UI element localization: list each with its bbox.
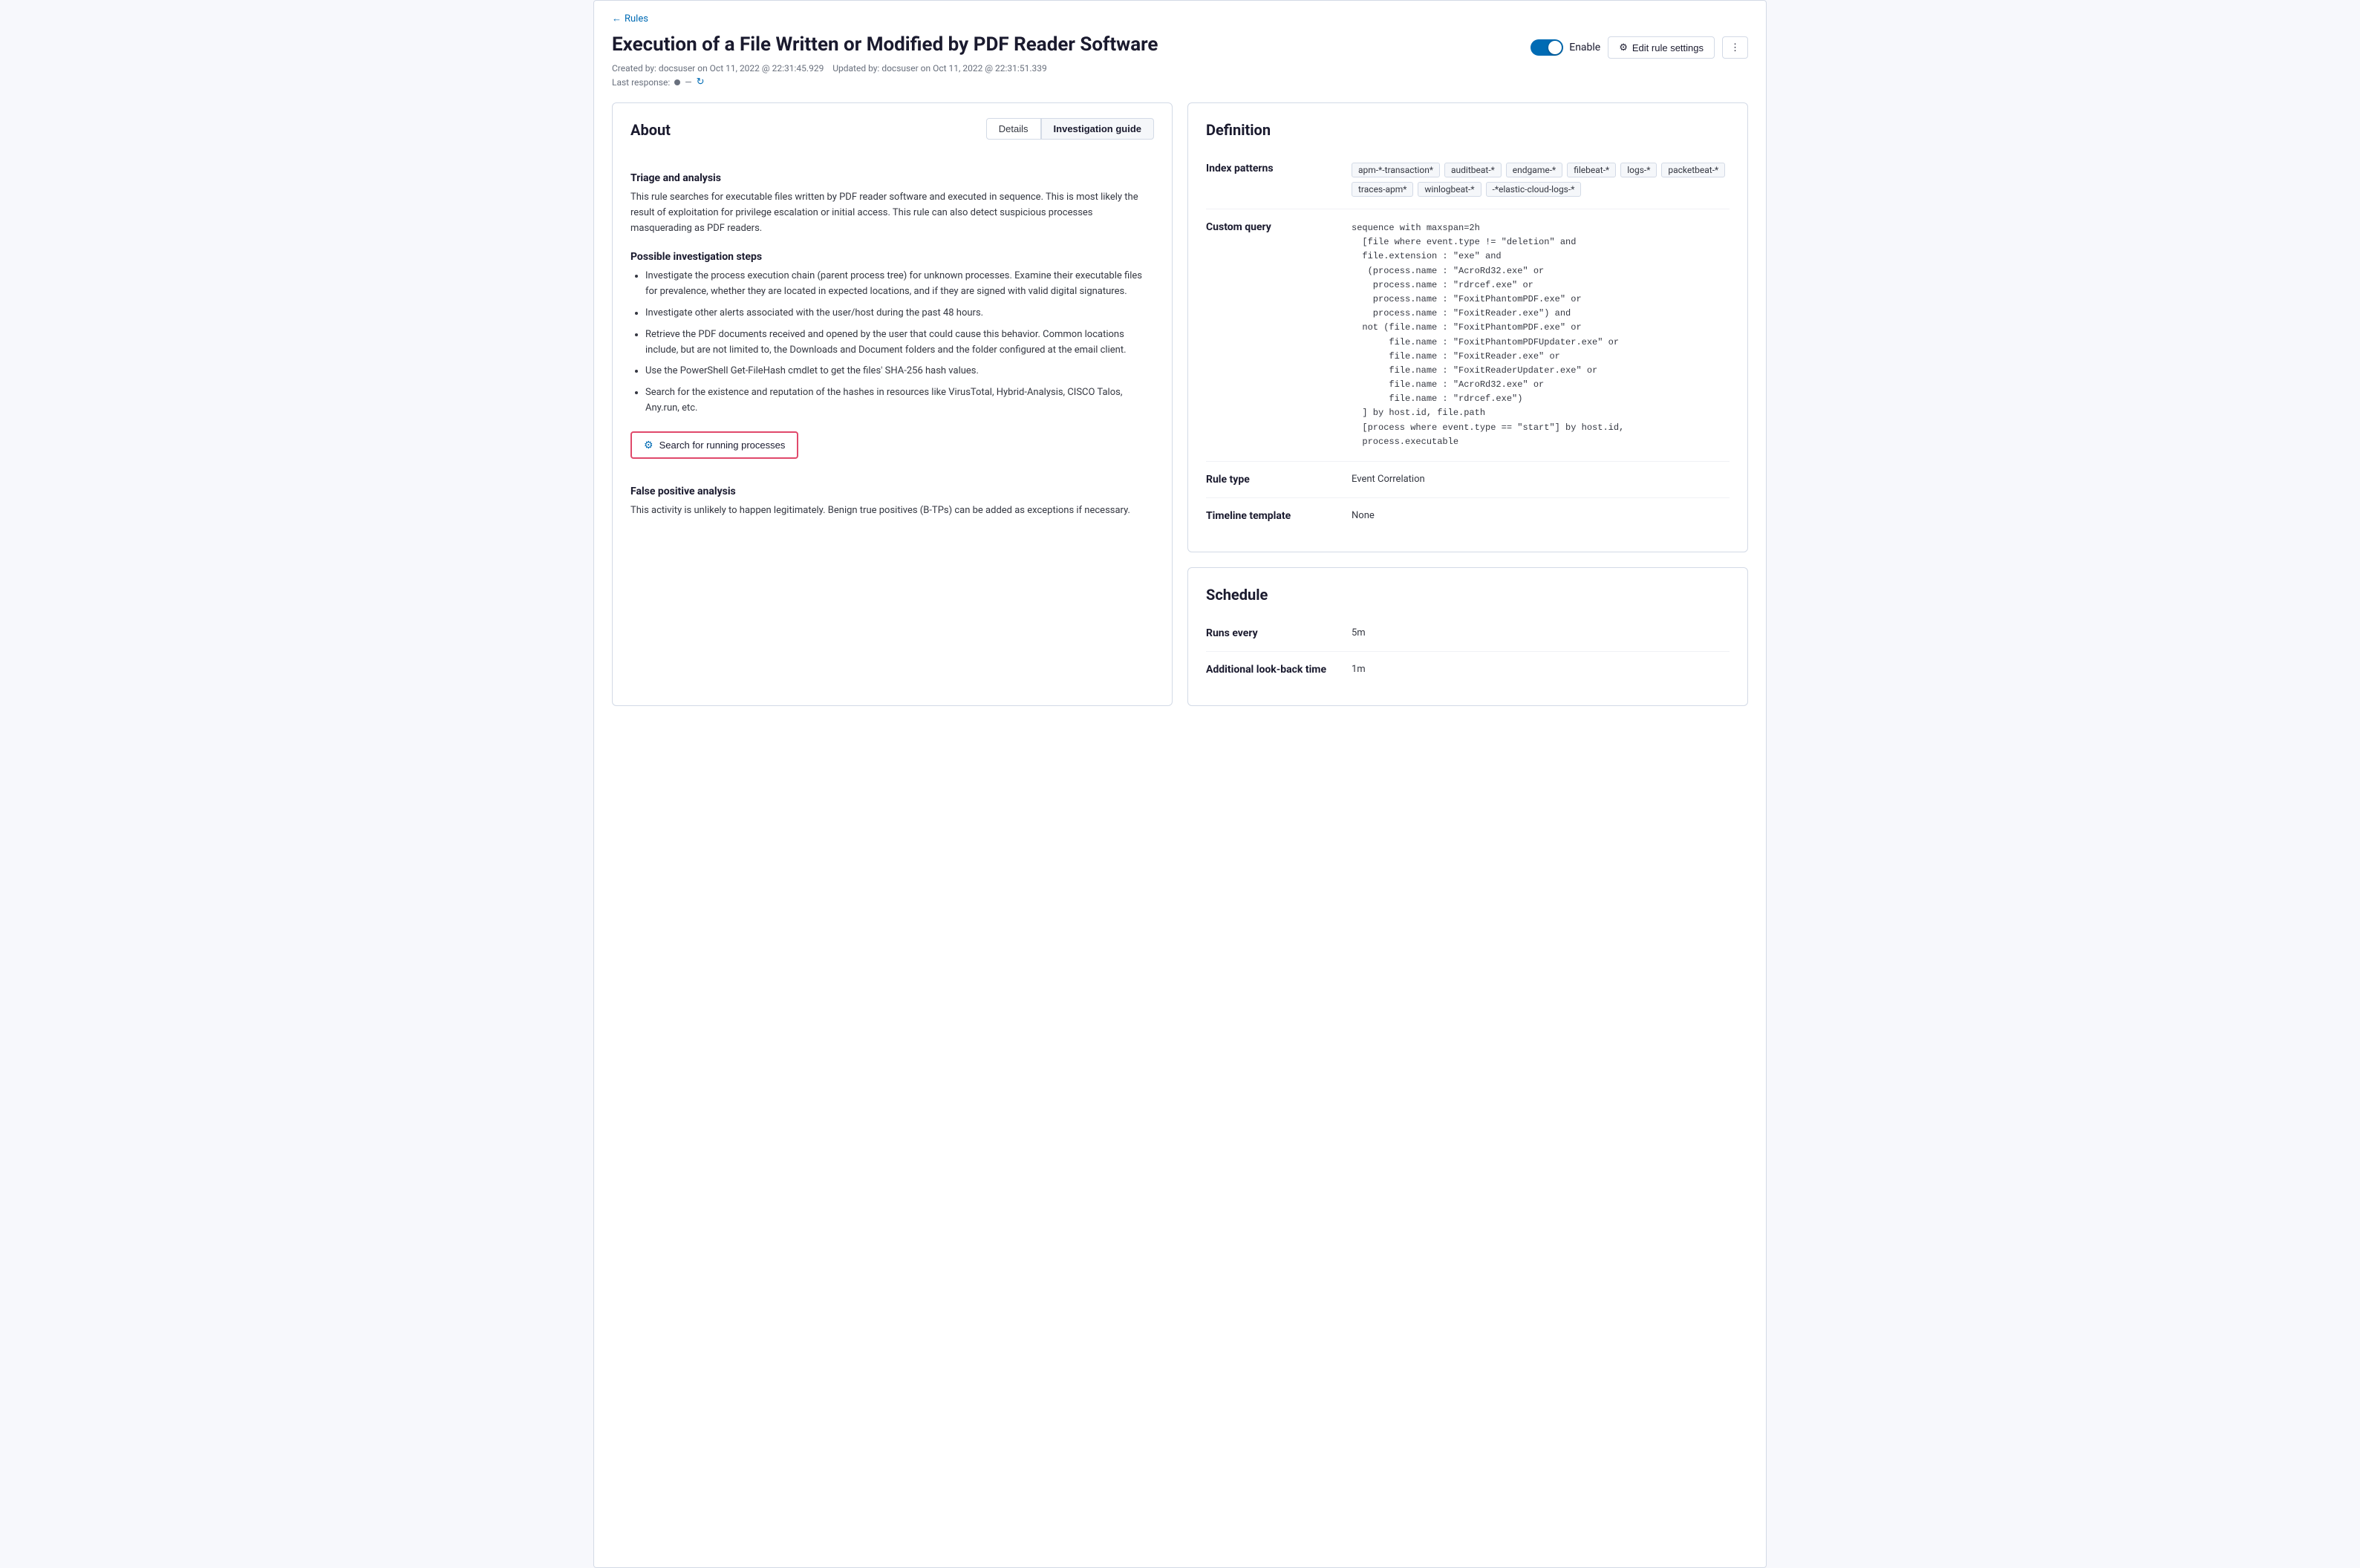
last-response-row: Last response: — ↻ [612,76,1748,88]
edit-rule-settings-button[interactable]: ⚙ Edit rule settings [1608,36,1715,59]
false-positive-heading: False positive analysis [630,486,1154,497]
tag: logs-* [1620,163,1657,177]
definition-card: Definition Index patterns apm-*-transact… [1187,102,1748,552]
status-dot-icon [674,79,680,85]
list-item: Investigate other alerts associated with… [645,306,1154,321]
tag: -*elastic-cloud-logs-* [1486,182,1582,197]
custom-query-code: sequence with maxspan=2h [file where eve… [1352,221,1730,449]
last-response-dash: — [685,77,691,88]
tab-details[interactable]: Details [986,118,1041,140]
runs-every-label: Runs every [1206,627,1340,639]
custom-query-value: sequence with maxspan=2h [file where eve… [1352,221,1730,449]
triage-text: This rule searches for executable files … [630,190,1154,236]
list-item: Retrieve the PDF documents received and … [645,327,1154,359]
header-actions: Enable ⚙ Edit rule settings ⋮ [1531,36,1748,59]
index-patterns-label: Index patterns [1206,163,1340,197]
lookback-value: 1m [1352,664,1730,676]
index-patterns-row: Index patterns apm-*-transaction* auditb… [1206,151,1730,209]
search-btn-label: Search for running processes [659,440,786,451]
more-icon: ⋮ [1730,42,1740,53]
tag: filebeat-* [1567,163,1616,177]
gear-icon: ⚙ [644,439,653,451]
list-item: Use the PowerShell Get-FileHash cmdlet t… [645,364,1154,379]
runs-every-row: Runs every 5m [1206,615,1730,652]
tag: winlogbeat-* [1418,182,1481,197]
more-options-button[interactable]: ⋮ [1722,36,1748,59]
meta-created-updated: Created by: docsuser on Oct 11, 2022 @ 2… [612,63,1748,74]
lookback-label: Additional look-back time [1206,664,1340,676]
false-positive-text: This activity is unlikely to happen legi… [630,503,1154,519]
tag: traces-apm* [1352,182,1413,197]
updated-by-text: Updated by: docsuser on Oct 11, 2022 @ 2… [832,63,1046,74]
back-arrow-icon: ← [612,13,622,24]
enable-toggle-container: Enable [1531,39,1600,56]
edit-rule-settings-label: Edit rule settings [1632,42,1704,53]
index-patterns-value: apm-*-transaction* auditbeat-* endgame-*… [1352,163,1730,197]
enable-label: Enable [1569,42,1600,53]
custom-query-label: Custom query [1206,221,1340,449]
custom-query-row: Custom query sequence with maxspan=2h [f… [1206,209,1730,462]
schedule-title: Schedule [1206,586,1730,604]
list-item: Search for the existence and reputation … [645,385,1154,416]
runs-every-value: 5m [1352,627,1730,639]
list-item: Investigate the process execution chain … [645,269,1154,300]
enable-toggle[interactable] [1531,39,1563,56]
settings-icon: ⚙ [1619,42,1628,53]
last-response-label: Last response: [612,77,670,88]
breadcrumb: ← Rules [612,13,1748,24]
page-title: Execution of a File Written or Modified … [612,33,1158,56]
timeline-template-value: None [1352,510,1730,522]
timeline-template-row: Timeline template None [1206,498,1730,534]
refresh-icon[interactable]: ↻ [697,76,705,88]
lookback-row: Additional look-back time 1m [1206,652,1730,687]
tag: apm-*-transaction* [1352,163,1440,177]
timeline-template-label: Timeline template [1206,510,1340,522]
rule-type-row: Rule type Event Correlation [1206,462,1730,498]
tabs-row: Details Investigation guide [986,118,1154,140]
schedule-card: Schedule Runs every 5m Additional look-b… [1187,567,1748,706]
tags-container: apm-*-transaction* auditbeat-* endgame-*… [1352,163,1730,197]
rule-type-value: Event Correlation [1352,474,1730,486]
tag: endgame-* [1506,163,1562,177]
rule-type-label: Rule type [1206,474,1340,486]
tab-investigation-guide[interactable]: Investigation guide [1041,118,1154,140]
about-card: About Details Investigation guide Triage… [612,102,1173,706]
tag: packetbeat-* [1661,163,1725,177]
created-by-text: Created by: docsuser on Oct 11, 2022 @ 2… [612,63,824,74]
search-running-processes-button[interactable]: ⚙ Search for running processes [630,431,798,459]
definition-title: Definition [1206,121,1730,139]
triage-heading: Triage and analysis [630,172,1154,184]
rules-breadcrumb-link[interactable]: Rules [625,13,648,24]
tag: auditbeat-* [1444,163,1502,177]
investigation-heading: Possible investigation steps [630,251,1154,263]
investigation-bullets: Investigate the process execution chain … [630,269,1154,416]
